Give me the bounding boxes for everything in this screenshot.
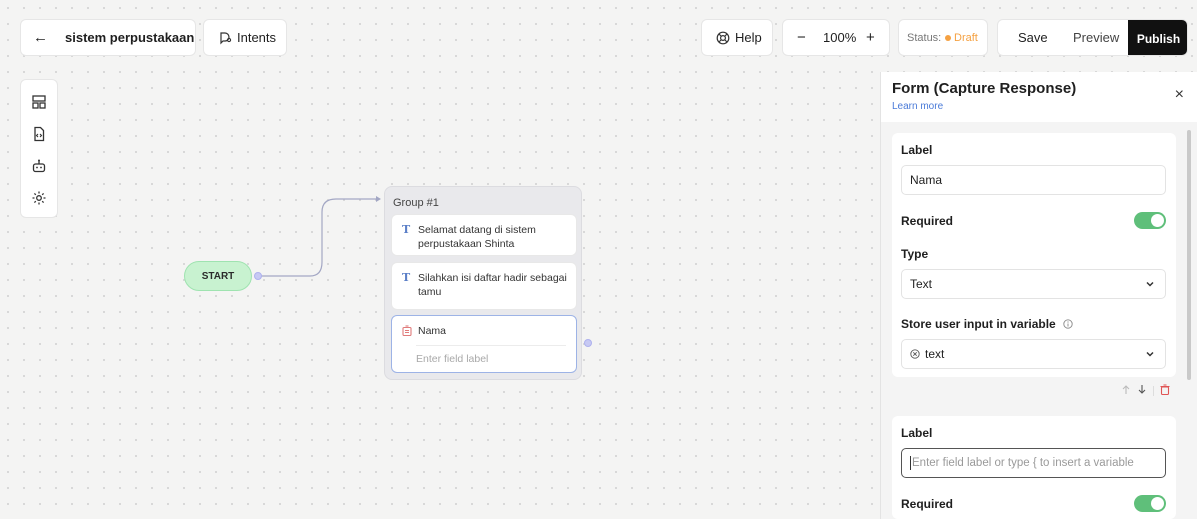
required-label: Required — [901, 214, 954, 228]
chevron-down-icon — [1145, 348, 1155, 362]
intents-label: Intents — [237, 30, 277, 45]
text-type-icon: T — [402, 223, 411, 236]
status-dot-icon — [945, 35, 951, 41]
label-input[interactable]: Enter field label or type { to insert a … — [901, 448, 1166, 478]
type-heading: Type — [901, 247, 929, 261]
store-variable-heading: Store user input in variable — [901, 317, 1073, 332]
form-block-divider — [416, 345, 566, 346]
zoom-controls: − 100% + — [782, 19, 890, 56]
intents-button[interactable]: Intents — [203, 19, 287, 56]
label-heading: Label — [901, 143, 933, 157]
required-label: Required — [901, 497, 954, 511]
variable-select[interactable]: text — [901, 339, 1166, 369]
label-input-value: Nama — [910, 173, 943, 187]
text-cursor — [910, 456, 911, 470]
group-title: Group #1 — [393, 197, 439, 209]
text-block-content: Selamat datang di sistem perpustakaan Sh… — [418, 224, 536, 250]
variable-select-value: text — [925, 347, 945, 361]
field-card: Label Nama Required Type Text Store user… — [892, 133, 1176, 377]
group-node[interactable]: Group #1 T Selamat datang di sistem perp… — [384, 186, 582, 380]
panel-header: Form (Capture Response) Learn more × — [881, 72, 1197, 122]
field-card: Label Enter field label or type { to ins… — [892, 416, 1176, 519]
intents-icon — [218, 31, 232, 45]
label-input-placeholder: Enter field label or type { to insert a … — [912, 457, 1134, 469]
action-group: Save Preview Publish — [997, 19, 1188, 56]
zoom-in-button[interactable]: + — [866, 29, 875, 46]
variable-icon — [910, 349, 920, 359]
actions-divider — [1153, 385, 1154, 396]
zoom-out-button[interactable]: − — [797, 29, 806, 46]
type-select-value: Text — [910, 277, 933, 291]
text-block[interactable]: T Selamat datang di sistem perpustakaan … — [391, 214, 577, 256]
form-block-placeholder: Enter field label — [416, 353, 489, 365]
project-pill: ← sistem perpustakaan — [20, 19, 196, 56]
delete-icon[interactable] — [1160, 383, 1170, 398]
status-value: Draft — [954, 31, 978, 44]
help-icon — [716, 31, 730, 45]
start-output-port[interactable] — [254, 272, 262, 280]
settings-icon[interactable] — [29, 188, 49, 208]
left-toolbar — [20, 79, 58, 218]
zoom-level: 100% — [823, 30, 857, 45]
save-button[interactable]: Save — [1018, 30, 1048, 45]
text-block[interactable]: T Silahkan isi daftar hadir sebagai tamu — [391, 262, 577, 310]
chevron-down-icon — [1145, 278, 1155, 292]
help-button[interactable]: Help — [701, 19, 773, 56]
code-file-icon[interactable] — [29, 124, 49, 144]
store-variable-heading-text: Store user input in variable — [901, 317, 1056, 331]
help-label: Help — [735, 30, 762, 45]
preview-button[interactable]: Preview — [1073, 30, 1119, 45]
type-select[interactable]: Text — [901, 269, 1166, 299]
required-toggle[interactable] — [1134, 212, 1166, 229]
project-name[interactable]: sistem perpustakaan — [65, 30, 194, 45]
status-pill: Status: Draft — [898, 19, 988, 56]
group-output-port[interactable] — [584, 339, 592, 347]
text-block-content: Silahkan isi daftar hadir sebagai tamu — [418, 272, 567, 298]
form-block-label: Nama — [418, 325, 447, 337]
text-type-icon: T — [402, 271, 411, 284]
layout-icon[interactable] — [29, 92, 49, 112]
field-actions — [1121, 383, 1170, 398]
panel-title: Form (Capture Response) — [892, 80, 1077, 97]
publish-button[interactable]: Publish — [1128, 20, 1187, 55]
bot-icon[interactable] — [29, 156, 49, 176]
label-input[interactable]: Nama — [901, 165, 1166, 195]
required-toggle[interactable] — [1134, 495, 1166, 512]
form-block[interactable]: Nama Enter field label — [391, 315, 577, 373]
info-icon[interactable] — [1063, 318, 1073, 332]
status-label: Status: — [907, 31, 942, 44]
back-arrow-icon[interactable]: ← — [33, 29, 48, 46]
move-up-icon[interactable] — [1121, 383, 1131, 398]
label-heading: Label — [901, 426, 933, 440]
form-block-icon — [402, 325, 412, 340]
learn-more-link[interactable]: Learn more — [892, 101, 943, 112]
start-label: START — [201, 270, 235, 282]
panel-scrollbar[interactable] — [1187, 130, 1191, 380]
move-down-icon[interactable] — [1137, 383, 1147, 398]
properties-panel: Form (Capture Response) Learn more × Lab… — [880, 72, 1197, 519]
close-icon[interactable]: × — [1175, 86, 1184, 104]
start-node[interactable]: START — [184, 261, 252, 291]
